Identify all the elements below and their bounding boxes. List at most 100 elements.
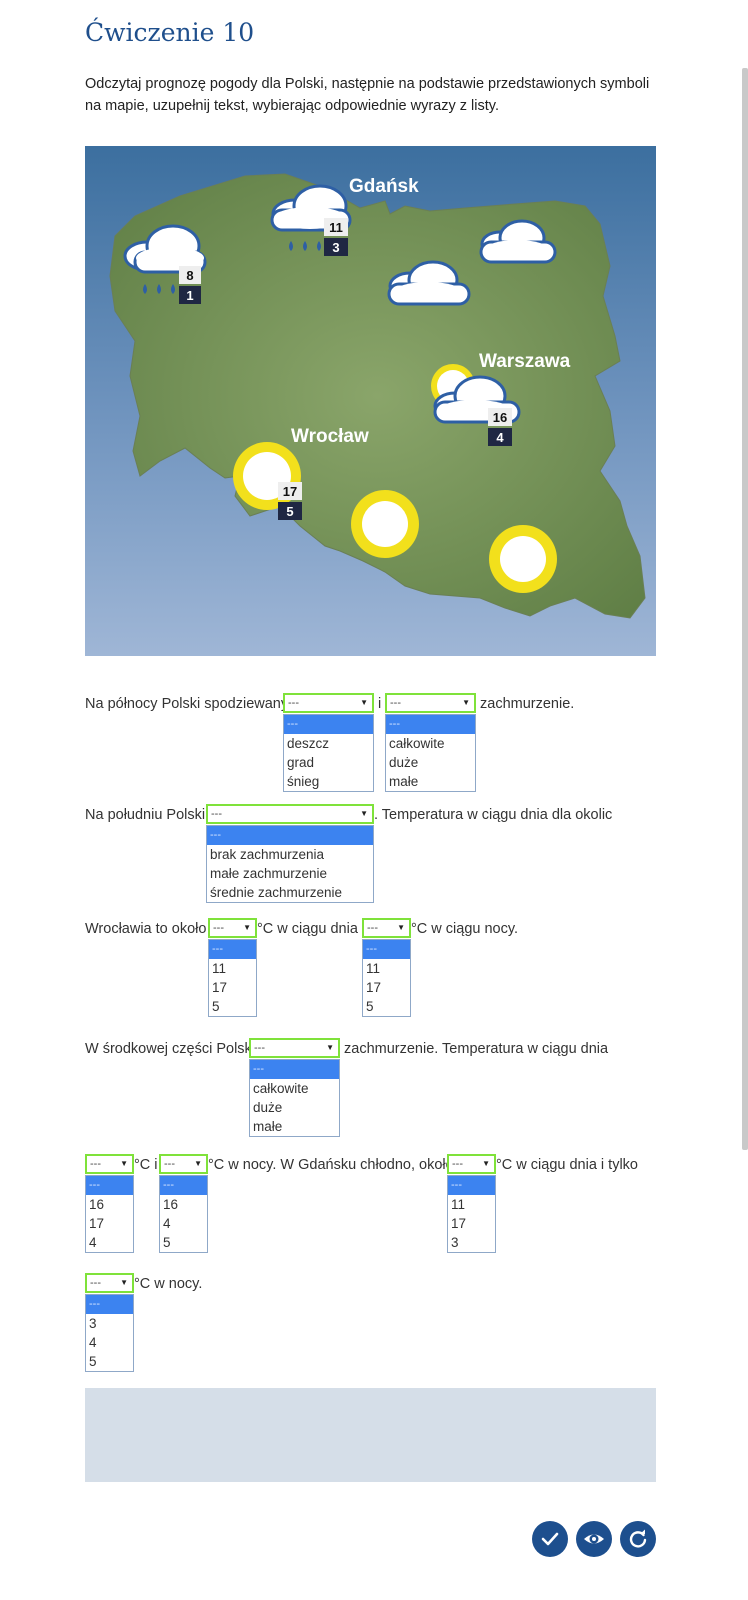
select-9-option[interactable]: ---	[448, 1176, 495, 1195]
dropdown-arrow-icon: ▼	[326, 1043, 334, 1052]
sentence-5-a: °C i	[134, 1157, 158, 1173]
select-4-value: ---	[213, 922, 224, 934]
select-3-options[interactable]: --- brak zachmurzenia małe zachmurzenie …	[206, 825, 374, 903]
select-4-option[interactable]: 11	[209, 959, 256, 978]
select-10-options[interactable]: --- 3 4 5	[85, 1294, 134, 1372]
select-2-value: ---	[390, 697, 401, 709]
instruction-text: Odczytaj prognozę pogody dla Polski, nas…	[85, 76, 650, 114]
select-8-option[interactable]: 5	[160, 1233, 207, 1252]
select-1-option[interactable]: śnieg	[284, 772, 373, 791]
select-5-option[interactable]: 11	[363, 959, 410, 978]
select-9[interactable]: --- ▼	[447, 1154, 496, 1174]
select-7[interactable]: --- ▼	[85, 1154, 134, 1174]
dropdown-arrow-icon: ▼	[360, 698, 368, 707]
select-4-option[interactable]: 17	[209, 978, 256, 997]
select-3-option[interactable]: ---	[207, 826, 373, 845]
select-4-option[interactable]: ---	[209, 940, 256, 959]
select-7-option[interactable]: ---	[86, 1176, 133, 1195]
select-4[interactable]: --- ▼	[208, 918, 257, 938]
select-7-options[interactable]: --- 16 17 4	[85, 1175, 134, 1253]
dropdown-arrow-icon: ▼	[397, 923, 405, 932]
dropdown-arrow-icon: ▼	[360, 809, 368, 818]
select-10-option[interactable]: 3	[86, 1314, 133, 1333]
select-6-option[interactable]: ---	[250, 1060, 339, 1079]
select-3-option[interactable]: małe zachmurzenie	[207, 864, 373, 883]
select-6[interactable]: --- ▼	[249, 1038, 340, 1058]
refresh-icon	[629, 1529, 647, 1548]
sentence-4-end: zachmurzenie. Temperatura w ciągu dnia	[344, 1041, 609, 1057]
sentence-1-end: zachmurzenie.	[480, 696, 575, 712]
check-button[interactable]	[532, 1521, 568, 1557]
sentence-5-b: °C w nocy. W Gdańsku chłodno, około	[208, 1157, 454, 1173]
page-title: Ćwiczenie 10	[85, 18, 255, 47]
sentence-1-and: i	[378, 696, 382, 712]
select-5-option[interactable]: 5	[363, 997, 410, 1016]
select-9-options[interactable]: --- 11 17 3	[447, 1175, 496, 1253]
sentence-5-c: °C w ciągu dnia i tylko	[496, 1157, 638, 1173]
select-10[interactable]: --- ▼	[85, 1273, 134, 1293]
sentence-3-mid: °C w ciągu dnia i	[257, 921, 366, 937]
select-1-value: ---	[288, 697, 299, 709]
gdansk-night-temp: 3	[332, 240, 339, 255]
select-6-options[interactable]: --- całkowite duże małe	[249, 1059, 340, 1137]
warszawa-day-temp: 16	[493, 410, 507, 425]
select-4-option[interactable]: 5	[209, 997, 256, 1016]
select-2-option[interactable]: całkowite	[386, 734, 475, 753]
select-8-option[interactable]: 4	[160, 1214, 207, 1233]
select-9-option[interactable]: 17	[448, 1214, 495, 1233]
sentence-6-end: °C w nocy.	[134, 1276, 203, 1292]
dropdown-arrow-icon: ▼	[462, 698, 470, 707]
select-10-option[interactable]: 4	[86, 1333, 133, 1352]
select-2-option[interactable]: ---	[386, 715, 475, 734]
select-5[interactable]: --- ▼	[362, 918, 411, 938]
select-8-options[interactable]: --- 16 4 5	[159, 1175, 208, 1253]
select-6-option[interactable]: całkowite	[250, 1079, 339, 1098]
select-5-option[interactable]: ---	[363, 940, 410, 959]
select-10-option[interactable]: ---	[86, 1295, 133, 1314]
sentence-4-start: W środkowej części Polski	[85, 1041, 256, 1057]
select-2-options[interactable]: --- całkowite duże małe	[385, 714, 476, 792]
sentence-2-end: . Temperatura w ciągu dnia dla okolic	[374, 807, 613, 823]
reset-button[interactable]	[620, 1521, 656, 1557]
select-3[interactable]: --- ▼	[206, 804, 374, 824]
select-4-options[interactable]: --- 11 17 5	[208, 939, 257, 1017]
sentence-1-start: Na północy Polski spodziewany	[85, 696, 289, 712]
select-8-option[interactable]: 16	[160, 1195, 207, 1214]
select-5-options[interactable]: --- 11 17 5	[362, 939, 411, 1017]
select-2[interactable]: --- ▼	[385, 693, 476, 713]
show-answers-button[interactable]	[576, 1521, 612, 1557]
select-2-option[interactable]: małe	[386, 772, 475, 791]
select-6-option[interactable]: duże	[250, 1098, 339, 1117]
select-5-option[interactable]: 17	[363, 978, 410, 997]
select-1-option[interactable]: ---	[284, 715, 373, 734]
select-1[interactable]: --- ▼	[283, 693, 374, 713]
dropdown-arrow-icon: ▼	[120, 1159, 128, 1168]
select-6-value: ---	[254, 1042, 265, 1054]
select-7-option[interactable]: 16	[86, 1195, 133, 1214]
select-3-value: ---	[211, 808, 222, 820]
select-1-option[interactable]: deszcz	[284, 734, 373, 753]
select-1-options[interactable]: --- deszcz grad śnieg	[283, 714, 374, 792]
dropdown-arrow-icon: ▼	[120, 1278, 128, 1287]
select-7-option[interactable]: 17	[86, 1214, 133, 1233]
scrollbar[interactable]	[742, 68, 748, 1150]
select-6-option[interactable]: małe	[250, 1117, 339, 1136]
select-7-option[interactable]: 4	[86, 1233, 133, 1252]
select-1-option[interactable]: grad	[284, 753, 373, 772]
select-3-option[interactable]: średnie zachmurzenie	[207, 883, 373, 902]
sentence-3-end: °C w ciągu nocy.	[411, 921, 519, 937]
weather-map: 8 1 11 3 Gdańsk 16 4 Warszawa 17 5 Wrocł…	[85, 146, 656, 656]
select-5-value: ---	[367, 922, 378, 934]
select-8[interactable]: --- ▼	[159, 1154, 208, 1174]
city-label-gdansk: Gdańsk	[349, 176, 419, 197]
select-2-option[interactable]: duże	[386, 753, 475, 772]
select-9-option[interactable]: 3	[448, 1233, 495, 1252]
select-10-option[interactable]: 5	[86, 1352, 133, 1371]
select-8-value: ---	[164, 1158, 175, 1170]
select-3-option[interactable]: brak zachmurzenia	[207, 845, 373, 864]
select-9-option[interactable]: 11	[448, 1195, 495, 1214]
select-10-value: ---	[90, 1277, 101, 1289]
select-8-option[interactable]: ---	[160, 1176, 207, 1195]
sentence-2-start: Na południu Polski	[85, 807, 206, 823]
sun-icon-south-center	[351, 490, 419, 558]
